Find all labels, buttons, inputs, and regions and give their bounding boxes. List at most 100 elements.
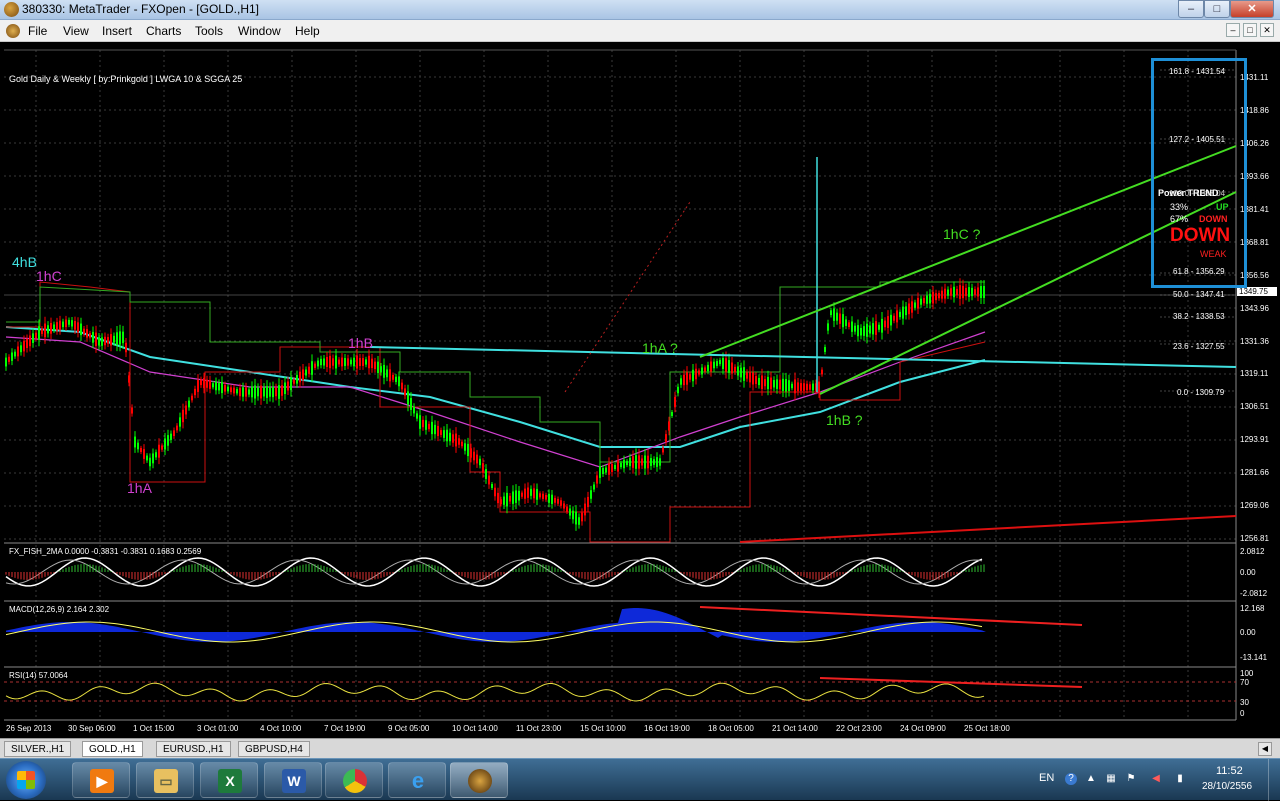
candle-body (614, 464, 616, 470)
candle-body (671, 411, 673, 417)
chart-area[interactable]: Gold Daily & Weekly [ by:Prinkgold ] LWG… (0, 42, 1280, 738)
menu-help[interactable]: Help (295, 24, 320, 38)
candle-body (320, 358, 322, 366)
taskbar-explorer[interactable]: ▭ (136, 762, 194, 798)
candle-body (560, 500, 562, 506)
tray-time[interactable]: 11:52 (1216, 765, 1243, 777)
minimize-button[interactable]: – (1178, 0, 1204, 18)
candle-body (56, 322, 58, 331)
tab-scroll-arrow-icon[interactable]: ◀ (1258, 742, 1272, 756)
chart-restore-button[interactable]: □ (1243, 23, 1257, 37)
tab-eurusd[interactable]: EURUSD.,H1 (156, 741, 231, 757)
candle-body (548, 493, 550, 503)
media-player-icon: ▶ (90, 769, 114, 793)
candle-body (629, 457, 631, 467)
candle-body (413, 406, 415, 414)
start-button[interactable] (6, 761, 46, 799)
chart-canvas[interactable] (0, 42, 1280, 738)
candle-body (875, 321, 877, 335)
candle-body (791, 383, 793, 389)
candle-body (536, 488, 538, 500)
time-tick: 7 Oct 19:00 (324, 724, 366, 733)
chart-close-button[interactable]: ✕ (1260, 23, 1274, 37)
candle-body (590, 490, 592, 499)
macd-axis-top: 12.168 (1240, 604, 1265, 613)
candle-body (812, 383, 814, 391)
candle-body (854, 325, 856, 332)
menu-view[interactable]: View (63, 24, 89, 38)
wave-label-1hc: 1hC (36, 268, 62, 284)
show-desktop-button[interactable] (1268, 759, 1280, 801)
candle-body (914, 302, 916, 308)
candle-body (107, 337, 109, 344)
candle-body (977, 287, 979, 297)
candle-body (602, 467, 604, 475)
maximize-button[interactable]: □ (1204, 0, 1230, 18)
show-hidden-icons-icon[interactable]: ▲ (1085, 773, 1097, 785)
help-icon[interactable]: ? (1065, 773, 1077, 785)
candle-body (944, 288, 946, 299)
candle-body (689, 374, 691, 380)
taskbar-excel[interactable]: X (200, 762, 258, 798)
trend-up-percent: 33% (1170, 202, 1189, 212)
menu-tools[interactable]: Tools (195, 24, 223, 38)
candle-body (110, 334, 112, 346)
action-center-flag-icon[interactable]: ⚑ (1125, 773, 1137, 785)
candle-body (182, 409, 184, 423)
menu-file[interactable]: File (28, 24, 47, 38)
tray-date[interactable]: 28/10/2556 (1202, 781, 1252, 792)
speaker-muted-icon[interactable]: ◀ (1150, 773, 1162, 785)
candle-body (515, 490, 517, 503)
candle-body (419, 415, 421, 429)
fib-level-label: 38.2 - 1338.53 (1173, 312, 1225, 321)
candle-body (929, 293, 931, 304)
taskbar-media-player[interactable]: ▶ (72, 762, 130, 798)
taskbar-chrome[interactable] (325, 762, 383, 798)
tab-gold[interactable]: GOLD.,H1 (82, 741, 143, 757)
rsi-axis-30: 30 (1240, 698, 1249, 707)
price-tick: 1343.96 (1240, 304, 1269, 313)
candle-body (941, 290, 943, 299)
menu-insert[interactable]: Insert (102, 24, 132, 38)
candle-body (665, 434, 667, 442)
network-icon[interactable]: ▦ (1105, 773, 1117, 785)
menu-charts[interactable]: Charts (146, 24, 181, 38)
candle-body (983, 286, 985, 298)
taskbar-ie[interactable]: e (388, 762, 446, 798)
candle-body (881, 318, 883, 333)
candle-body (554, 497, 556, 503)
close-button[interactable]: ✕ (1230, 0, 1274, 18)
chart-minimize-button[interactable]: – (1226, 23, 1240, 37)
candle-body (464, 443, 466, 451)
tab-gbpusd[interactable]: GBPUSD,H4 (238, 741, 310, 757)
candle-body (749, 371, 751, 383)
price-tick: 1269.06 (1240, 501, 1269, 510)
candle-body (422, 419, 424, 428)
tab-silver[interactable]: SILVER.,H1 (4, 741, 72, 757)
taskbar-metatrader[interactable] (450, 762, 508, 798)
signal-icon[interactable]: ▮ (1174, 773, 1186, 785)
power-trend-header: Power TREND (1158, 188, 1219, 198)
taskbar-word[interactable]: W (264, 762, 322, 798)
menu-window[interactable]: Window (238, 24, 281, 38)
candle-body (470, 448, 472, 458)
fish-indicator-label: FX_FISH_2MA 0.0000 -0.3831 -0.3831 0.168… (9, 547, 202, 556)
time-tick: 4 Oct 10:00 (260, 724, 302, 733)
candle-body (704, 367, 706, 372)
candle-body (635, 455, 637, 469)
candle-body (599, 466, 601, 478)
candle-body (572, 510, 574, 520)
candle-body (272, 386, 274, 398)
candle-body (20, 345, 22, 353)
candle-body (692, 369, 694, 382)
candle-body (593, 484, 595, 490)
candle-body (245, 387, 247, 397)
candle-body (92, 331, 94, 343)
candle-body (299, 371, 301, 383)
trend-up-label: UP (1216, 202, 1229, 212)
candle-body (38, 326, 40, 340)
candle-body (455, 433, 457, 447)
language-indicator[interactable]: EN (1039, 772, 1054, 784)
price-tick: 1293.91 (1240, 435, 1269, 444)
candle-body (686, 372, 688, 385)
